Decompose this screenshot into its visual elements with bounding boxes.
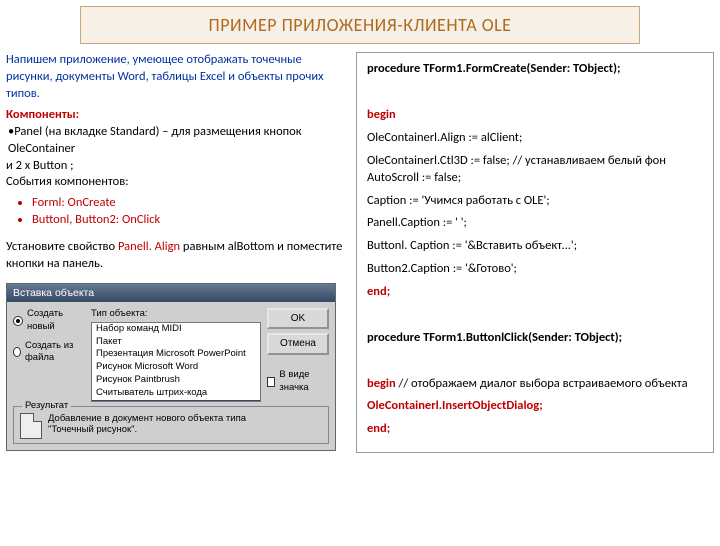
code-line: OleContainerl.Ctl3D := false; // устанав… [367,153,703,187]
list-item[interactable]: Точечный рисунок [92,400,260,402]
instruction: Установите свойство Panell. Align равным… [6,239,346,273]
slide-title: ПРИМЕР ПРИЛОЖЕНИЯ-КЛИЕНТА OLE [80,6,640,44]
as-icon-checkbox[interactable]: В виде значка [267,369,329,395]
code-line: Button2.Caption := '&Готово'; [367,261,703,278]
code-line: OleContainerl.InsertObjectDialog; [367,398,703,415]
code-line: OleContainerl.Align := alClient; [367,130,703,147]
panel-desc-1: •Panel (на вкладке Standard) – для разме… [8,124,346,158]
intro-text: Напишем приложение, умеющее отображать т… [6,52,346,103]
code-line: Caption := 'Учимся работать с OLE'; [367,193,703,210]
object-type-listbox[interactable]: Набор команд MIDI Пакет Презентация Micr… [91,322,261,402]
result-text-1: Добавление в документ нового объекта тип… [48,413,246,424]
code-line: procedure TForm1.FormCreate(Sender: TObj… [367,61,703,78]
code-line: begin [367,107,703,124]
list-item[interactable]: Пакет [92,336,260,349]
document-icon [20,413,42,439]
left-column: Напишем приложение, умеющее отображать т… [6,52,346,453]
ok-button[interactable]: OK [267,308,329,330]
list-item[interactable]: Рисунок Paintbrush [92,374,260,387]
code-line: begin // отображаем диалог выбора встраи… [367,376,703,393]
radio-icon [13,316,23,326]
checkbox-icon [267,377,275,387]
radio-icon [13,347,21,357]
events-list: Forml: OnCreate Buttonl, Button2: OnClic… [32,195,346,229]
result-label: Результат [22,400,71,413]
list-item[interactable]: Презентация Microsoft PowerPoint [92,348,260,361]
list-item[interactable]: Набор команд MIDI [92,323,260,336]
radio-create-new[interactable]: Создать новый [13,308,85,334]
result-group: Результат Добавление в документ нового о… [13,406,329,444]
cancel-button[interactable]: Отмена [267,333,329,355]
list-item[interactable]: Рисунок Microsoft Word [92,361,260,374]
dialog-title: Вставка объекта [13,286,94,300]
code-line: end; [367,421,703,438]
event-item: Forml: OnCreate [32,195,346,212]
code-line: procedure TForm1.ButtonlClick(Sender: TO… [367,330,703,347]
code-panel: procedure TForm1.FormCreate(Sender: TObj… [356,52,714,453]
list-item[interactable]: Считыватель штрих-кода [92,387,260,400]
code-line: Buttonl. Caption := '&Вставить объект...… [367,238,703,255]
code-line: end; [367,284,703,301]
dialog-titlebar: Вставка объекта [7,284,335,302]
code-line: Panell.Caption := ' '; [367,215,703,232]
events-label: События компонентов: [6,174,346,191]
radio-create-from-file[interactable]: Создать из файла [13,340,85,366]
result-text-2: "Точечный рисунок". [48,424,246,435]
components-label: Компоненты: [6,107,346,124]
insert-object-dialog: Вставка объекта Создать новый Создать из… [6,283,336,451]
event-item: Buttonl, Button2: OnClick [32,212,346,229]
type-label: Тип объекта: [91,308,261,321]
panel-desc-2: и 2 х Button ; [6,158,346,175]
